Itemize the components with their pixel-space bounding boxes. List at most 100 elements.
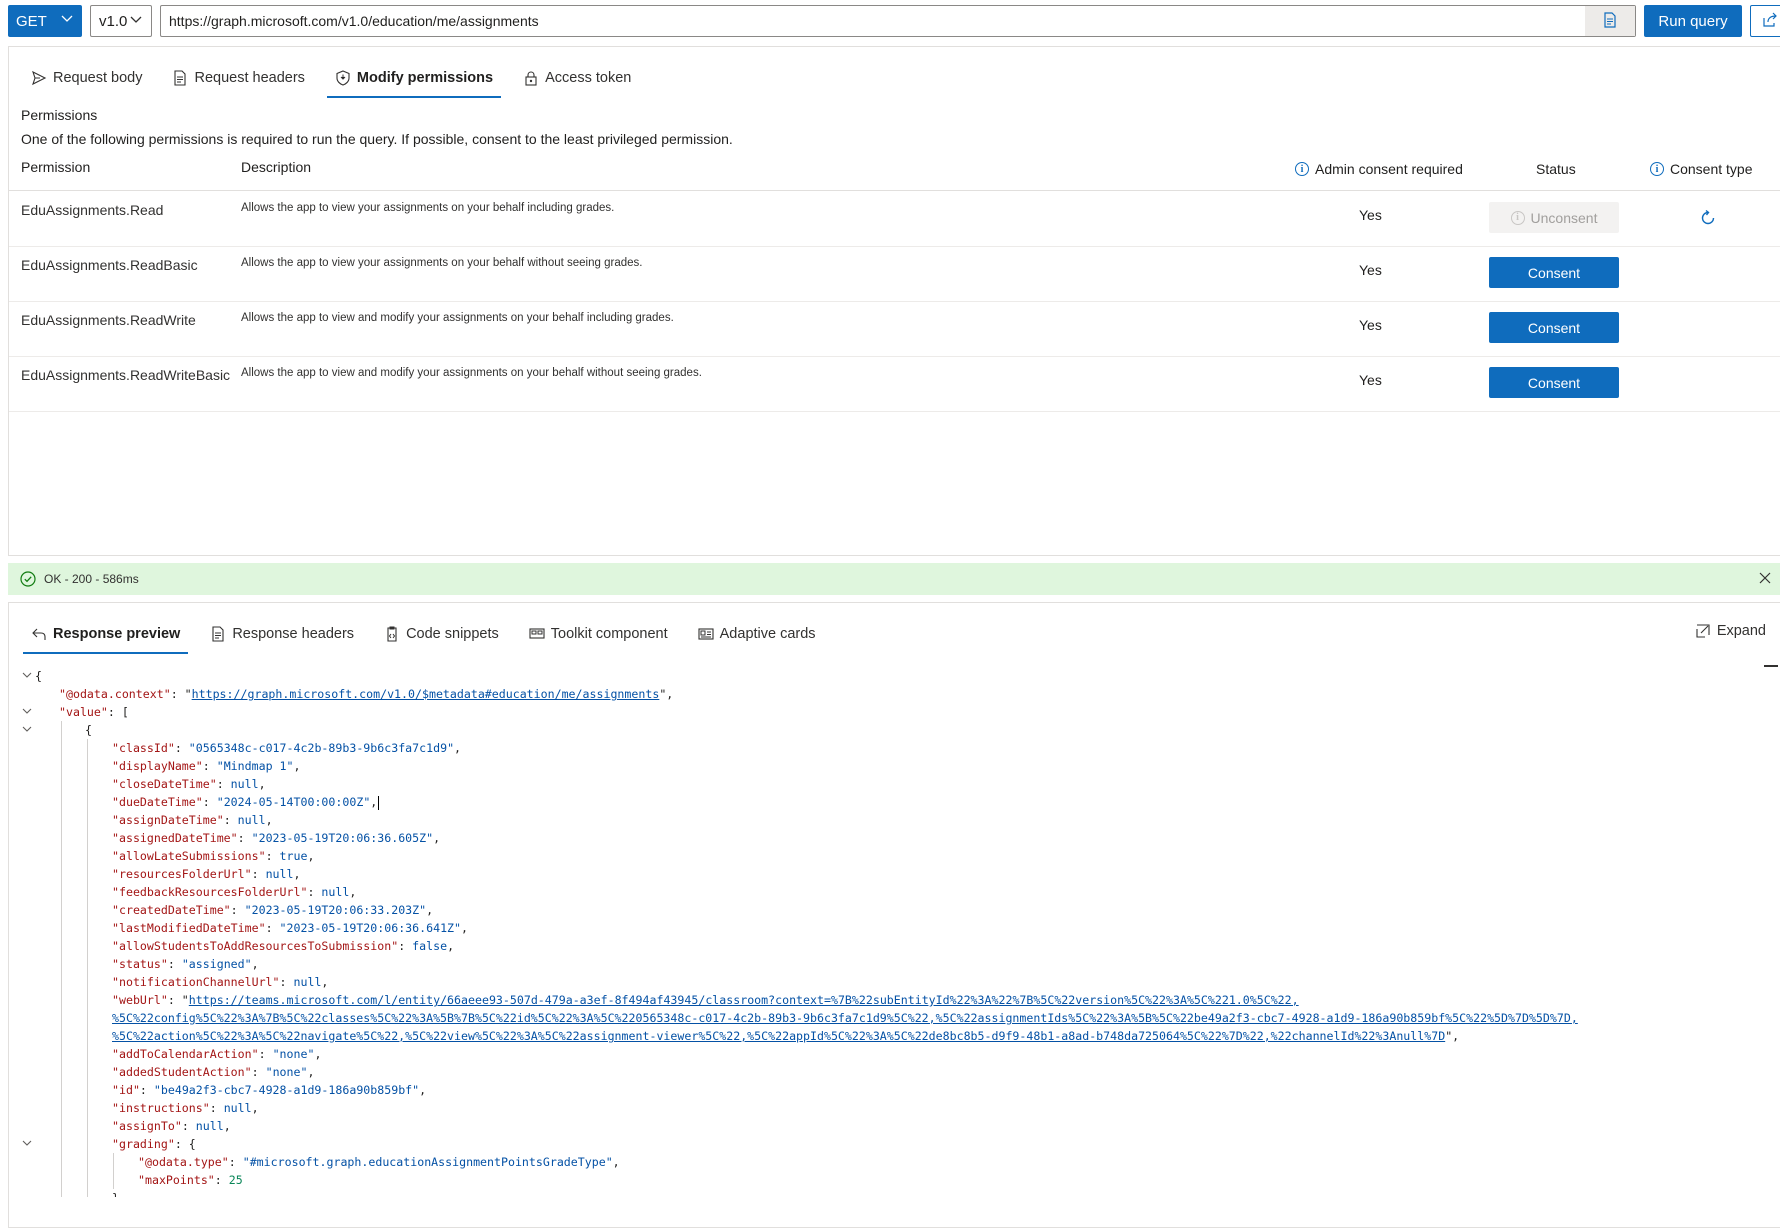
- odata-context-link[interactable]: https://graph.microsoft.com/v1.0/$metada…: [192, 687, 660, 701]
- column-description: Description: [241, 159, 312, 175]
- json-lastmodifieddatetime: 2023-05-19T20:06:36.641Z: [286, 921, 455, 935]
- permission-description: Allows the app to view and modify your a…: [241, 312, 674, 324]
- json-duedatetime: 2024-05-14T00:00:00Z: [223, 795, 364, 809]
- admin-consent-value: Yes: [1359, 207, 1382, 223]
- json-line: "instructions": null,: [9, 1099, 1780, 1117]
- weburl-link[interactable]: %5C%22config%5C%22%3A%7B%5C%22classes%5C…: [112, 1011, 1578, 1025]
- chevron-down-icon[interactable]: [21, 723, 33, 735]
- json-line: "allowStudentsToAddResourcesToSubmission…: [9, 937, 1780, 955]
- json-line: "id": "be49a2f3-cbc7-4928-a1d9-186a90b85…: [9, 1081, 1780, 1099]
- response-tabs: Response preview Response headers Code s…: [23, 617, 838, 654]
- json-line: "@odata.type": "#microsoft.graph.educati…: [9, 1153, 1780, 1171]
- document-icon: [172, 70, 188, 86]
- json-line: "addToCalendarAction": "none",: [9, 1045, 1780, 1063]
- tab-request-body[interactable]: Request body: [23, 61, 150, 95]
- weburl-link[interactable]: %5C%22action%5C%22%3A%5C%22navigate%5C%2…: [112, 1029, 1445, 1043]
- consent-button[interactable]: Consent: [1489, 257, 1619, 288]
- json-createddatetime: 2023-05-19T20:06:33.203Z: [251, 903, 420, 917]
- status-bar: OK - 200 - 586ms: [8, 563, 1780, 595]
- column-consent-type-label: Consent type: [1670, 161, 1753, 177]
- document-icon: [1603, 11, 1617, 31]
- version-dropdown[interactable]: v1.0: [90, 5, 152, 37]
- share-button[interactable]: [1750, 5, 1780, 37]
- query-url-input[interactable]: https://graph.microsoft.com/v1.0/educati…: [160, 5, 1636, 37]
- json-line: "notificationChannelUrl": null,: [9, 973, 1780, 991]
- consent-button[interactable]: Consent: [1489, 312, 1619, 343]
- consent-button[interactable]: Consent: [1489, 367, 1619, 398]
- json-id: be49a2f3-cbc7-4928-a1d9-186a90b859bf: [160, 1083, 413, 1097]
- tab-modify-permissions[interactable]: Modify permissions: [326, 61, 502, 98]
- permissions-description: One of the following permissions is requ…: [21, 131, 733, 147]
- tab-response-headers[interactable]: Response headers: [202, 617, 362, 651]
- version-value: v1.0: [99, 12, 128, 30]
- json-addtocalendaraction: none: [279, 1047, 308, 1061]
- tab-adaptive-cards[interactable]: Adaptive cards: [690, 617, 824, 651]
- document-icon: [210, 626, 226, 642]
- permission-description: Allows the app to view your assignments …: [241, 202, 615, 214]
- json-line: "assignedDateTime": "2023-05-19T20:06:36…: [9, 829, 1780, 847]
- json-line: "addedStudentAction": "none",: [9, 1063, 1780, 1081]
- json-line: "assignDateTime": null,: [9, 811, 1780, 829]
- tab-label: Response headers: [232, 626, 355, 642]
- permission-name: EduAssignments.Read: [21, 202, 164, 218]
- tab-code-snippets[interactable]: Code snippets: [376, 617, 507, 651]
- tab-label: Request headers: [194, 70, 305, 86]
- json-line: "lastModifiedDateTime": "2023-05-19T20:0…: [9, 919, 1780, 937]
- permissions-title: Permissions: [21, 107, 98, 123]
- json-line: "feedbackResourcesFolderUrl": null,: [9, 883, 1780, 901]
- response-panel: Response preview Response headers Code s…: [8, 602, 1780, 1228]
- toolkit-icon: [529, 626, 545, 642]
- info-icon[interactable]: i: [1650, 162, 1664, 176]
- admin-consent-value: Yes: [1359, 317, 1382, 333]
- shield-icon: [335, 70, 351, 86]
- chevron-down-icon[interactable]: [21, 705, 33, 717]
- request-tabs: Request body Request headers Modify perm…: [23, 61, 653, 98]
- json-line: {: [9, 667, 1780, 685]
- status-text: OK - 200 - 586ms: [44, 572, 139, 586]
- run-query-button[interactable]: Run query: [1644, 5, 1742, 37]
- tab-access-token[interactable]: Access token: [515, 61, 639, 95]
- chevron-down-icon: [129, 12, 143, 29]
- column-admin-consent: i Admin consent required: [1295, 161, 1463, 177]
- json-status: assigned: [188, 957, 245, 971]
- tab-label: Request body: [53, 70, 143, 86]
- expand-icon: [1695, 623, 1711, 639]
- card-icon: [698, 626, 714, 642]
- refresh-icon[interactable]: [1699, 209, 1717, 230]
- json-line: {: [9, 721, 1780, 739]
- tab-label: Toolkit component: [550, 626, 668, 642]
- json-maxpoints: 25: [228, 1173, 243, 1187]
- permission-name: EduAssignments.ReadBasic: [21, 257, 198, 273]
- permission-name: EduAssignments.ReadWriteBasic: [21, 367, 231, 383]
- expand-button[interactable]: Expand: [1695, 623, 1766, 639]
- json-line: "allowLateSubmissions": true,: [9, 847, 1780, 865]
- http-method-value: GET: [16, 12, 47, 30]
- http-method-dropdown[interactable]: GET: [8, 5, 82, 37]
- query-toolbar: GET v1.0 https://graph.microsoft.com/v1.…: [0, 0, 1780, 42]
- lock-icon: [523, 70, 539, 86]
- tab-request-headers[interactable]: Request headers: [164, 61, 312, 95]
- docs-button[interactable]: [1585, 6, 1635, 36]
- weburl-link[interactable]: https://teams.microsoft.com/l/entity/66a…: [189, 993, 1299, 1007]
- chevron-down-icon[interactable]: [21, 669, 33, 681]
- code-icon: [384, 626, 400, 642]
- json-line: "value": [: [9, 703, 1780, 721]
- json-line: %5C%22action%5C%22%3A%5C%22navigate%5C%2…: [9, 1027, 1780, 1045]
- info-icon[interactable]: i: [1295, 162, 1309, 176]
- preview-icon: [31, 626, 47, 642]
- tab-response-preview[interactable]: Response preview: [23, 617, 189, 654]
- tab-label: Adaptive cards: [719, 626, 816, 642]
- chevron-down-icon[interactable]: [21, 1137, 33, 1149]
- permission-row: EduAssignments.Read Allows the app to vi…: [9, 192, 1780, 247]
- json-line: %5C%22config%5C%22%3A%7B%5C%22classes%5C…: [9, 1009, 1780, 1027]
- json-line: "maxPoints": 25: [9, 1171, 1780, 1189]
- checkmark-circle-icon: [20, 571, 36, 587]
- tab-label: Modify permissions: [356, 70, 494, 86]
- json-line: "closeDateTime": null,: [9, 775, 1780, 793]
- tab-toolkit-component[interactable]: Toolkit component: [521, 617, 676, 651]
- unconsent-button[interactable]: i Unconsent: [1489, 202, 1619, 233]
- tab-label: Response preview: [53, 626, 181, 642]
- tab-label: Code snippets: [406, 626, 499, 642]
- close-icon[interactable]: [1758, 571, 1772, 588]
- permission-name: EduAssignments.ReadWrite: [21, 312, 196, 328]
